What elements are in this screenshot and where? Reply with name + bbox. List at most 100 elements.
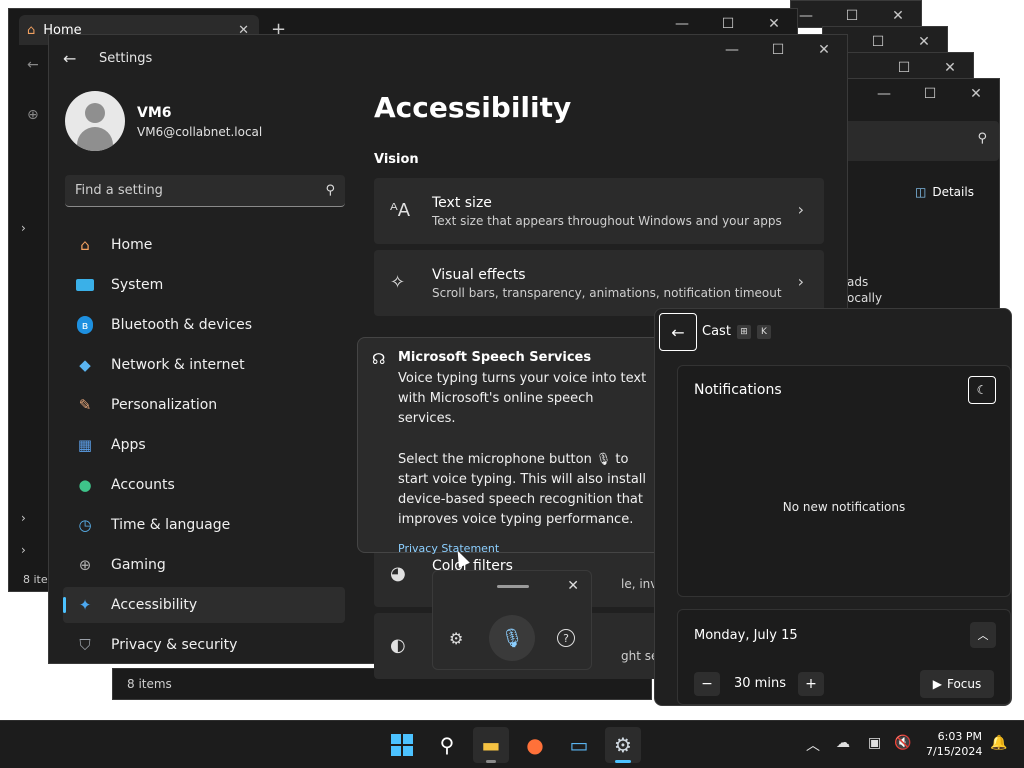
search-icon: ⚲ bbox=[325, 183, 335, 198]
contrast-icon: ◐ bbox=[390, 635, 406, 656]
search-icon: ⚲ bbox=[977, 131, 987, 146]
back-arrow-icon[interactable]: ← bbox=[659, 313, 697, 351]
focus-button[interactable]: ▶ Focus bbox=[920, 670, 994, 698]
tooltip-title: Microsoft Speech Services bbox=[398, 350, 592, 365]
sidebar-item-apps[interactable]: ▦ Apps bbox=[63, 427, 345, 463]
microphone-icon: 🎙 bbox=[500, 627, 524, 649]
increase-focus-button[interactable]: + bbox=[798, 672, 824, 696]
app-button[interactable]: ▭ bbox=[561, 727, 597, 763]
help-icon[interactable]: ? bbox=[557, 629, 575, 647]
decrease-focus-button[interactable]: − bbox=[694, 672, 720, 696]
drag-handle[interactable] bbox=[497, 585, 529, 588]
bluetooth-icon: ʙ bbox=[75, 315, 95, 335]
search-icon: ⚲ bbox=[439, 733, 455, 757]
accounts-icon: ● bbox=[78, 476, 92, 494]
close-icon[interactable]: ✕ bbox=[801, 35, 847, 65]
page-title: Accessibility bbox=[374, 91, 572, 124]
privacy-statement-link[interactable]: Privacy Statement bbox=[398, 542, 652, 555]
firefox-icon: ● bbox=[526, 733, 544, 757]
sidebar-item-home[interactable]: ⌂ Home bbox=[63, 227, 345, 263]
chevron-right-icon: › bbox=[797, 272, 804, 291]
chevron-up-icon[interactable]: ︿ bbox=[806, 735, 820, 755]
details-button[interactable]: ◫ Details bbox=[915, 185, 974, 199]
sidebar-item-personalization[interactable]: ✎ Personalization bbox=[63, 387, 345, 423]
close-icon[interactable]: ✕ bbox=[953, 79, 999, 109]
gear-icon[interactable]: ⚙ bbox=[449, 629, 463, 648]
clock-icon: ◷ bbox=[78, 516, 92, 534]
sidebar-item-accounts[interactable]: ● Accounts bbox=[63, 467, 345, 503]
maximize-icon[interactable]: ☐ bbox=[907, 79, 953, 109]
partial-text: ads bbox=[847, 275, 869, 289]
sidebar-item-privacy[interactable]: ⛉ Privacy & security bbox=[63, 627, 345, 663]
microphone-icon: 🎙 bbox=[595, 452, 612, 466]
do-not-disturb-icon[interactable]: ☾ bbox=[968, 376, 996, 404]
network-icon[interactable]: ▣ bbox=[868, 735, 881, 751]
chevron-up-icon[interactable]: ︿ bbox=[970, 622, 996, 648]
text-size-icon: ᴬA bbox=[390, 200, 411, 221]
shield-icon: ⛉ bbox=[79, 636, 91, 654]
firefox-button[interactable]: ● bbox=[517, 727, 553, 763]
taskbar: ⚲ ▬ ● ▭ ⚙ ︿ ☁ ▣ 🔇 6:03 PM 7/15/2024 🔔 bbox=[0, 720, 1024, 768]
add-icon[interactable]: ⊕ bbox=[27, 107, 39, 123]
gear-icon: ⚙ bbox=[614, 733, 632, 757]
headset-lock-icon: ☊ bbox=[372, 350, 386, 368]
visual-effects-icon: ✧ bbox=[390, 272, 406, 293]
notification-bell-icon[interactable]: 🔔 bbox=[990, 735, 1007, 751]
sidebar-item-gaming[interactable]: ⊕ Gaming bbox=[63, 547, 345, 583]
play-icon: ▶ bbox=[932, 677, 942, 691]
expand-chevron-icon[interactable]: › bbox=[21, 511, 26, 525]
home-icon: ⌂ bbox=[80, 236, 90, 254]
sidebar-item-system[interactable]: System bbox=[63, 267, 345, 303]
file-explorer-button[interactable]: ▬ bbox=[473, 727, 509, 763]
apps-icon: ▦ bbox=[77, 436, 93, 454]
details-pane-icon: ◫ bbox=[915, 185, 927, 199]
settings-app-button[interactable]: ⚙ bbox=[605, 727, 641, 763]
microphone-button[interactable]: 🎙 bbox=[489, 615, 535, 661]
avatar[interactable] bbox=[65, 91, 125, 151]
empty-notifications-text: No new notifications bbox=[782, 500, 906, 514]
partial-text: ocally bbox=[847, 291, 883, 305]
status-item-count: 8 items bbox=[127, 677, 172, 691]
start-button[interactable] bbox=[384, 727, 420, 763]
windows-logo-icon bbox=[391, 734, 413, 756]
sidebar-item-network[interactable]: ◆ Network & internet bbox=[63, 347, 345, 383]
explorer-window-stack-1[interactable]: — ☐ ✕ bbox=[790, 0, 922, 28]
home-icon: ⌂ bbox=[27, 22, 36, 38]
accessibility-icon: ✦ bbox=[78, 596, 92, 614]
minimize-icon[interactable]: — bbox=[861, 79, 907, 109]
back-arrow-icon[interactable]: ← bbox=[63, 49, 76, 68]
user-email: VM6@collabnet.local bbox=[137, 125, 263, 139]
voice-typing-panel[interactable]: ✕ ⚙ 🎙 ? bbox=[432, 570, 592, 670]
sidebar-nav: ⌂ Home System ʙ Bluetooth & devices ◆ Ne… bbox=[63, 227, 345, 667]
speech-services-tooltip: ☊ Microsoft Speech Services Voice typing… bbox=[357, 337, 667, 555]
tooltip-paragraph-2: Select the microphone button 🎙 to start … bbox=[398, 452, 647, 527]
card-text-size[interactable]: ᴬA Text size Text size that appears thro… bbox=[374, 178, 824, 244]
system-icon bbox=[75, 275, 95, 295]
section-header-vision: Vision bbox=[374, 152, 419, 167]
sidebar-item-bluetooth[interactable]: ʙ Bluetooth & devices bbox=[63, 307, 345, 343]
sidebar-item-time-language[interactable]: ◷ Time & language bbox=[63, 507, 345, 543]
palette-icon: ◕ bbox=[390, 563, 406, 584]
expand-chevron-icon[interactable]: › bbox=[21, 221, 26, 235]
window-title: Settings bbox=[99, 51, 153, 66]
search-button[interactable]: ⚲ bbox=[429, 727, 465, 763]
calendar-focus-panel: Monday, July 15 ︿ − 30 mins + ▶ Focus bbox=[677, 609, 1011, 705]
search-input[interactable] bbox=[75, 183, 326, 198]
calendar-date: Monday, July 15 bbox=[694, 628, 798, 643]
user-name: VM6 bbox=[137, 105, 172, 121]
explorer-back-icon[interactable]: ← bbox=[27, 57, 39, 73]
tooltip-paragraph-1: Voice typing turns your voice into text … bbox=[398, 371, 647, 426]
expand-chevron-icon[interactable]: › bbox=[21, 543, 26, 557]
sidebar-item-accessibility[interactable]: ✦ Accessibility bbox=[63, 587, 345, 623]
explorer-window-stack-3[interactable]: ☐ ✕ bbox=[846, 52, 974, 80]
close-icon[interactable]: ✕ bbox=[567, 578, 579, 594]
find-setting-search[interactable]: ⚲ bbox=[65, 175, 345, 207]
maximize-icon[interactable]: ☐ bbox=[755, 35, 801, 65]
volume-muted-icon[interactable]: 🔇 bbox=[894, 735, 911, 751]
windows-key-icon: ⊞ bbox=[737, 325, 751, 339]
card-visual-effects[interactable]: ✧ Visual effects Scroll bars, transparen… bbox=[374, 250, 824, 316]
clock[interactable]: 6:03 PM 7/15/2024 bbox=[926, 729, 982, 759]
wifi-icon: ◆ bbox=[79, 356, 91, 374]
cloud-offline-icon[interactable]: ☁ bbox=[836, 735, 850, 751]
minimize-icon[interactable]: — bbox=[709, 35, 755, 65]
